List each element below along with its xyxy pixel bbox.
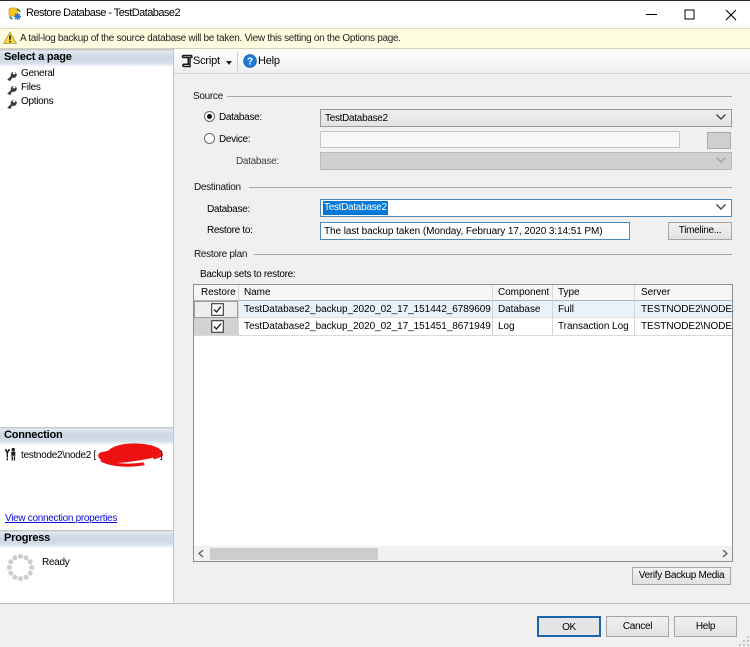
svg-text:?: ?	[247, 57, 253, 68]
